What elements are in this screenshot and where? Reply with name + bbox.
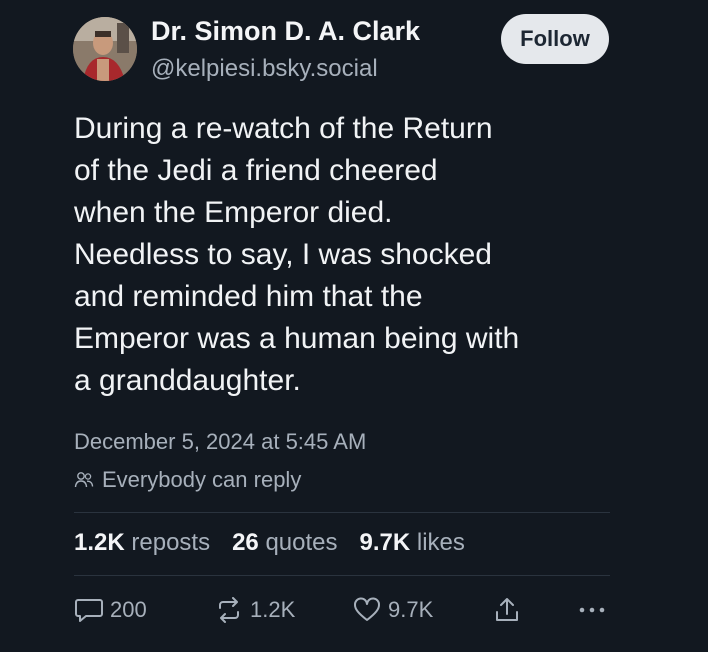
share-button[interactable] bbox=[494, 592, 526, 628]
reposts-stat[interactable]: 1.2K reposts bbox=[74, 529, 210, 557]
divider bbox=[74, 575, 610, 576]
reposts-label: reposts bbox=[131, 529, 211, 556]
likes-stat[interactable]: 9.7K likes bbox=[360, 529, 465, 557]
post-card: Dr. Simon D. A. Clark @kelpiesi.bsky.soc… bbox=[0, 0, 708, 652]
divider bbox=[74, 512, 610, 513]
share-icon bbox=[496, 598, 518, 621]
reply-setting-label: Everybody can reply bbox=[102, 467, 302, 492]
post-text-line: a granddaughter. bbox=[74, 364, 301, 397]
post-text-line: During a re-watch of the Return bbox=[74, 112, 493, 145]
repost-button[interactable]: 1.2K bbox=[214, 592, 295, 628]
post-text-line: and reminded him that the bbox=[74, 280, 423, 313]
reply-button[interactable]: 200 bbox=[74, 592, 147, 628]
like-button[interactable]: 9.7K bbox=[352, 592, 433, 628]
engagement-stats: 1.2K reposts 26 quotes 9.7K likes bbox=[74, 529, 465, 557]
people-icon bbox=[74, 472, 94, 488]
likes-label: likes bbox=[416, 529, 465, 556]
repost-icon bbox=[219, 597, 239, 623]
reposts-count: 1.2K bbox=[74, 529, 125, 556]
heart-icon bbox=[354, 597, 380, 621]
reply-icon bbox=[75, 599, 103, 622]
author-avatar[interactable] bbox=[73, 17, 137, 81]
author-name[interactable]: Dr. Simon D. A. Clark bbox=[151, 16, 420, 47]
post-timestamp[interactable]: December 5, 2024 at 5:45 AM bbox=[74, 429, 366, 455]
author-handle[interactable]: @kelpiesi.bsky.social bbox=[151, 55, 378, 83]
post-text-line: when the Emperor died. bbox=[74, 196, 393, 229]
quotes-count: 26 bbox=[232, 529, 259, 556]
quotes-stat[interactable]: 26 quotes bbox=[232, 529, 337, 557]
quotes-label: quotes bbox=[265, 529, 338, 556]
more-dots-icon bbox=[579, 607, 605, 613]
reply-setting: Everybody can reply bbox=[74, 467, 301, 493]
follow-button[interactable]: Follow bbox=[501, 14, 609, 64]
post-text-line: Needless to say, I was shocked bbox=[74, 238, 492, 271]
likes-count: 9.7K bbox=[359, 529, 411, 556]
profile-photo-icon bbox=[73, 17, 137, 81]
repost-count: 1.2K bbox=[250, 597, 296, 622]
reply-count: 200 bbox=[110, 597, 147, 622]
action-bar: 200 1.2K 9.7K bbox=[74, 592, 614, 628]
post-text-line: Emperor was a human being with bbox=[74, 322, 520, 355]
post-text: During a re-watch of the Return of the J… bbox=[74, 108, 654, 402]
post-text-line: of the Jedi a friend cheered bbox=[74, 154, 438, 187]
like-count: 9.7K bbox=[388, 597, 434, 622]
more-options-button[interactable] bbox=[578, 592, 612, 628]
